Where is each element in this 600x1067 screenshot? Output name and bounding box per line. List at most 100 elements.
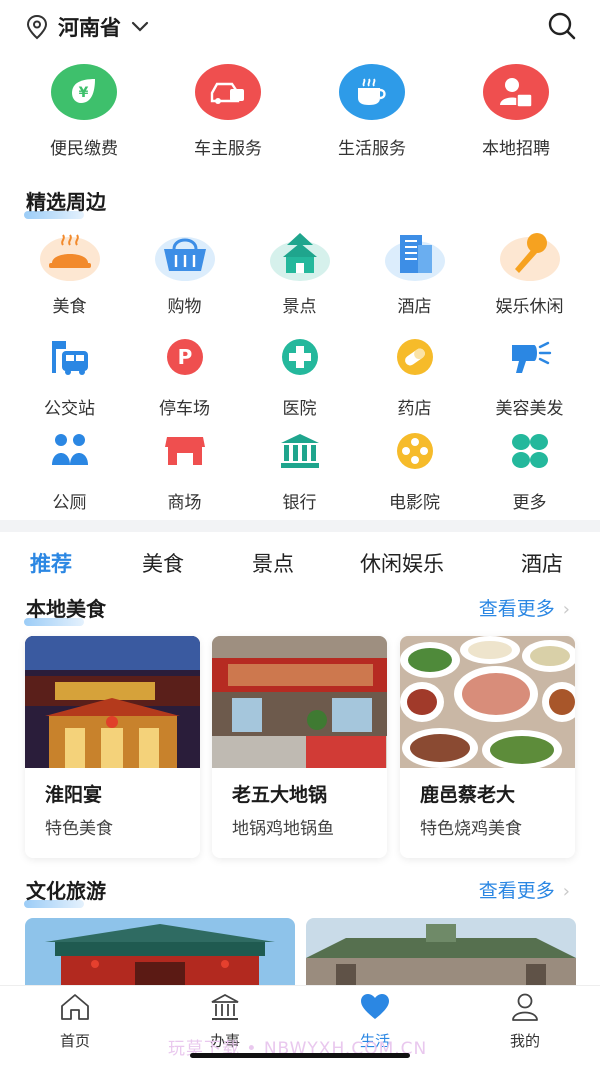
parking-icon: P (153, 330, 217, 384)
nearby-item-attraction[interactable]: 景点 (242, 228, 357, 317)
nearby-item-beauty[interactable]: 美容美发 (472, 330, 587, 419)
service-recruitment[interactable]: 本地招聘 (456, 64, 576, 159)
nearby-item-label: 购物 (167, 297, 202, 317)
location-name: 河南省 (58, 16, 121, 40)
food-card-huaiyang[interactable]: 淮阳宴 特色美食 (25, 636, 200, 858)
restaurant-photo (25, 636, 200, 768)
nearby-item-parking[interactable]: P 停车场 (127, 330, 242, 419)
svg-text:P: P (177, 345, 192, 369)
location-pin-icon (26, 14, 48, 40)
nearby-item-label: 酒店 (397, 297, 432, 317)
bank-icon (268, 424, 332, 478)
food-dish-icon (38, 228, 102, 282)
category-tabs: 推荐 美食 景点 休闲娱乐 酒店 (0, 540, 600, 584)
card-title: 淮阳宴 (45, 784, 103, 806)
nearby-item-label: 娱乐休闲 (495, 297, 564, 317)
nearby-item-shopping[interactable]: 购物 (127, 228, 242, 317)
header: 河南省 (0, 0, 600, 52)
more-link-text: 查看更多 (478, 880, 555, 902)
film-reel-icon (383, 424, 447, 478)
svg-text:¥: ¥ (79, 85, 89, 101)
home-icon (61, 994, 89, 1020)
service-life[interactable]: 生活服务 (312, 64, 432, 159)
more-link-text: 查看更多 (478, 598, 555, 620)
hotel-building-icon (383, 228, 447, 282)
hospital-cross-icon (268, 330, 332, 384)
nearby-item-label: 公厕 (52, 493, 87, 513)
nearby-item-bus-stop[interactable]: 公交站 (12, 330, 127, 419)
nearby-item-food[interactable]: 美食 (12, 228, 127, 317)
nearby-item-label: 医院 (282, 399, 317, 419)
nav-mine[interactable]: 我的 (475, 992, 575, 1051)
service-bill-payment[interactable]: ¥ 便民缴费 (24, 64, 144, 159)
tab-food[interactable]: 美食 (142, 548, 184, 578)
section-divider (0, 520, 600, 532)
more-grid-icon (498, 424, 562, 478)
nearby-item-label: 美食 (52, 297, 87, 317)
nav-home[interactable]: 首页 (25, 992, 125, 1051)
nearby-item-more[interactable]: 更多 (472, 424, 587, 513)
nearby-item-pharmacy[interactable]: 药店 (357, 330, 472, 419)
hair-dryer-icon (498, 330, 562, 384)
nearby-item-label: 停车场 (159, 399, 210, 419)
restaurant-photo (212, 636, 387, 768)
tab-leisure[interactable]: 休闲娱乐 (360, 548, 444, 578)
culture-tour-more-link[interactable]: 查看更多 › (479, 876, 570, 903)
nearby-section-title: 精选周边 (24, 186, 106, 219)
nearby-item-hotel[interactable]: 酒店 (357, 228, 472, 317)
food-card-luyi[interactable]: 鹿邑蔡老大 特色烧鸡美食 (400, 636, 575, 858)
tour-photo-temple[interactable] (306, 918, 576, 988)
nearby-item-label: 美容美发 (495, 399, 564, 419)
service-label: 生活服务 (338, 139, 406, 159)
top-services: ¥ 便民缴费 车主服务 生活服务 本地招聘 (0, 64, 600, 164)
chevron-right-icon: › (562, 881, 570, 902)
service-car-owner[interactable]: 车主服务 (168, 64, 288, 159)
tab-attractions[interactable]: 景点 (252, 548, 294, 578)
culture-tour-title: 文化旅游 (24, 875, 106, 908)
card-title: 鹿邑蔡老大 (420, 784, 516, 806)
tour-photo-gate[interactable] (25, 918, 295, 988)
search-icon[interactable] (546, 10, 578, 42)
yuan-leaf-icon: ¥ (51, 64, 117, 120)
nearby-item-bank[interactable]: 银行 (242, 424, 357, 513)
pill-icon (383, 330, 447, 384)
location-selector[interactable]: 河南省 (26, 12, 149, 42)
nearby-item-entertainment[interactable]: 娱乐休闲 (472, 228, 587, 317)
nearby-item-label: 公交站 (44, 399, 95, 419)
shopping-basket-icon (153, 228, 217, 282)
service-label: 车主服务 (194, 139, 262, 159)
chevron-right-icon: › (562, 599, 570, 620)
nearby-item-cinema[interactable]: 电影院 (357, 424, 472, 513)
local-food-title-text: 本地美食 (26, 597, 106, 621)
mall-store-icon (153, 424, 217, 478)
food-card-laowu[interactable]: 老五大地锅 地锅鸡地锅鱼 (212, 636, 387, 858)
card-subtitle: 特色烧鸡美食 (420, 819, 522, 839)
tab-recommend[interactable]: 推荐 (30, 548, 72, 578)
nearby-item-label: 药店 (397, 399, 432, 419)
nearby-item-hospital[interactable]: 医院 (242, 330, 357, 419)
card-title: 老五大地锅 (232, 784, 328, 806)
cup-icon (339, 64, 405, 120)
service-label: 本地招聘 (482, 139, 550, 159)
chevron-down-icon (131, 21, 149, 32)
government-building-icon (211, 993, 239, 1020)
nav-label: 首页 (59, 1032, 90, 1050)
nearby-item-label: 电影院 (389, 493, 440, 513)
home-indicator[interactable] (190, 1053, 410, 1058)
culture-tour-title-text: 文化旅游 (26, 879, 106, 903)
nearby-item-label: 景点 (282, 297, 317, 317)
nav-label: 我的 (509, 1032, 540, 1050)
tab-hotel[interactable]: 酒店 (521, 548, 563, 578)
nearby-title-text: 精选周边 (26, 190, 106, 214)
nearby-item-mall[interactable]: 商场 (127, 424, 242, 513)
nearby-item-label: 银行 (282, 493, 317, 513)
bus-stop-icon (38, 330, 102, 384)
dishes-photo (400, 636, 575, 768)
nearby-item-label: 商场 (167, 493, 202, 513)
card-subtitle: 特色美食 (45, 819, 113, 839)
microphone-icon (498, 228, 562, 282)
service-label: 便民缴费 (50, 139, 118, 159)
local-food-more-link[interactable]: 查看更多 › (479, 594, 570, 621)
card-subtitle: 地锅鸡地锅鱼 (232, 819, 334, 839)
nearby-item-toilet[interactable]: 公厕 (12, 424, 127, 513)
